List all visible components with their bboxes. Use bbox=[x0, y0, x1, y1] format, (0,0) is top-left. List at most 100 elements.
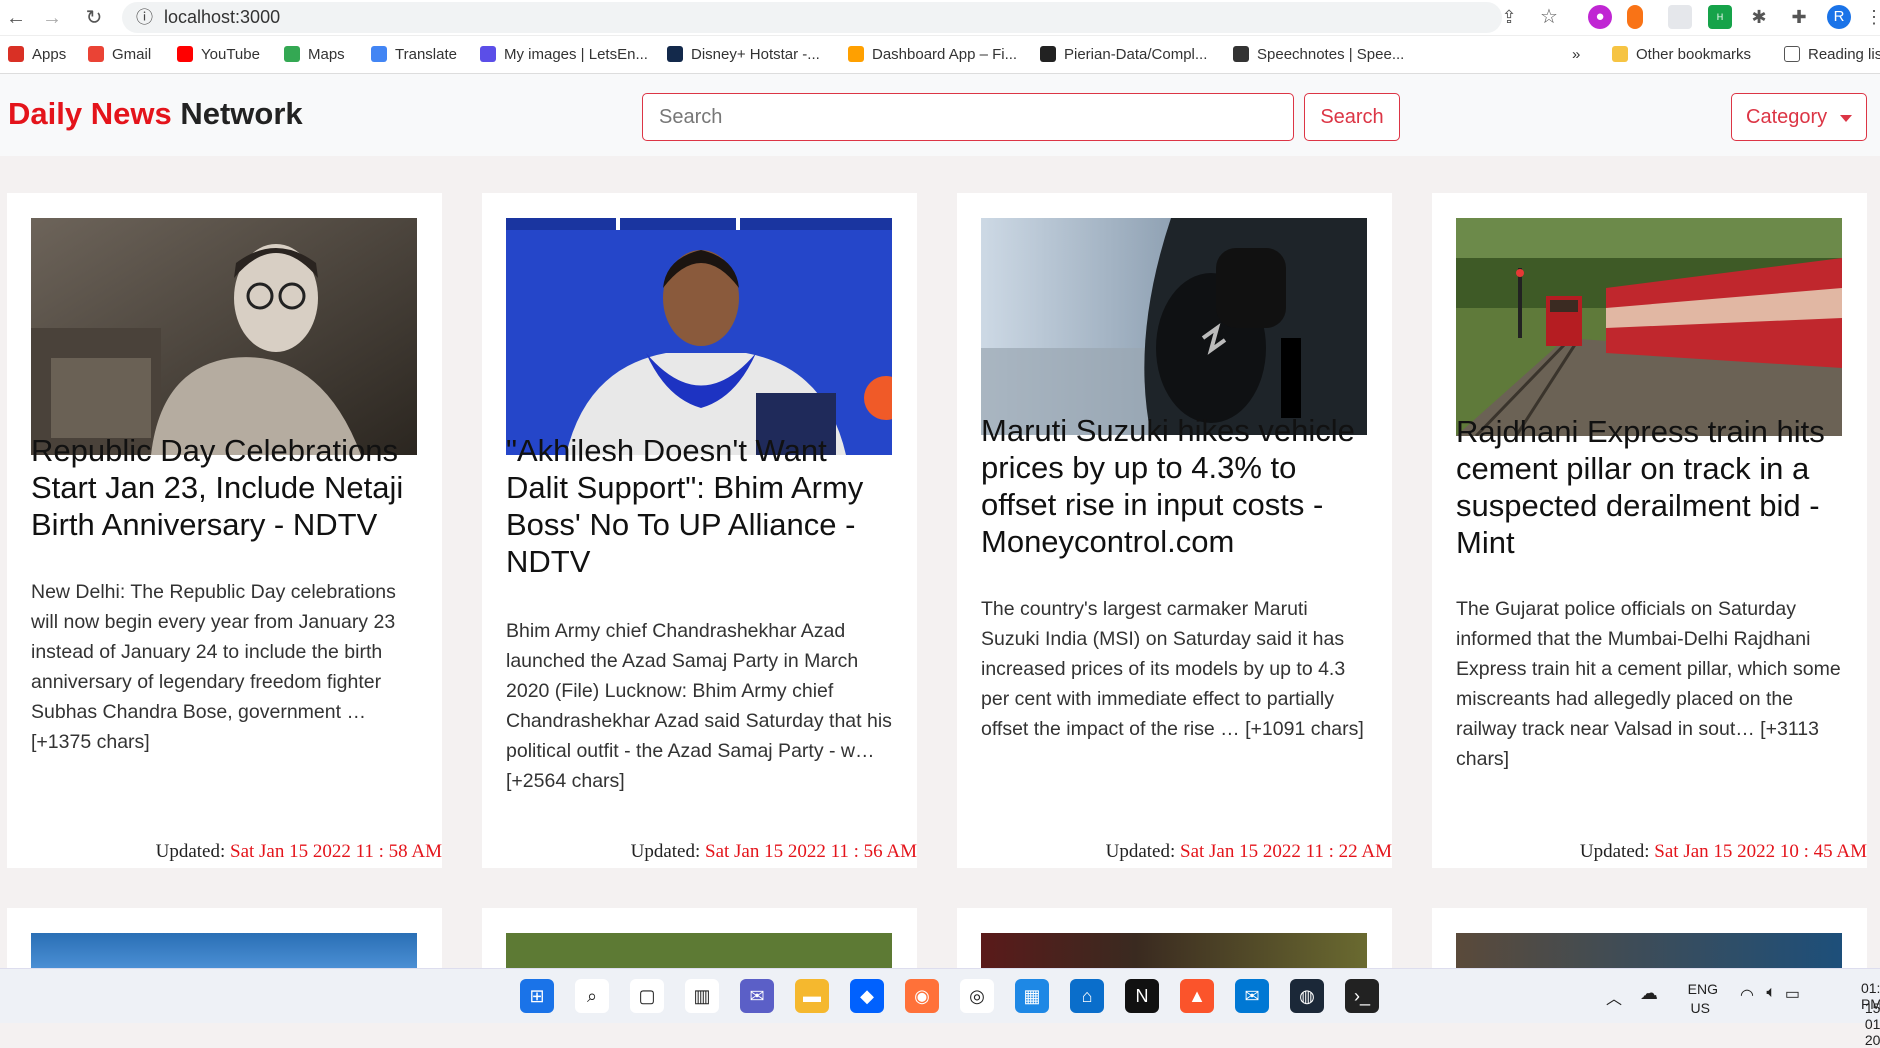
volume-icon[interactable]: 🔈︎ bbox=[1766, 984, 1776, 1002]
forward-icon[interactable]: → bbox=[38, 4, 66, 32]
article-image[interactable] bbox=[31, 218, 417, 455]
news-card bbox=[7, 908, 442, 968]
notion-icon[interactable]: N bbox=[1125, 979, 1159, 1013]
dropbox-icon[interactable]: ◆ bbox=[850, 979, 884, 1013]
updated-label: Updated: bbox=[1579, 841, 1655, 862]
brand-logo[interactable]: Daily News Network bbox=[8, 96, 303, 132]
updated-time: Sat Jan 15 2022 11 : 22 AM bbox=[1180, 841, 1392, 862]
onedrive-cloud-icon[interactable]: ☁ bbox=[1640, 983, 1658, 1004]
news-card bbox=[1432, 908, 1867, 968]
article-title[interactable]: Republic Day Celebrations Start Jan 23, … bbox=[31, 432, 421, 543]
bookmark-item[interactable]: Speechnotes | Spee... bbox=[1233, 36, 1404, 74]
article-title[interactable]: "Akhilesh Doesn't Want Dalit Support": B… bbox=[506, 432, 896, 580]
other-bookmarks-label: Other bookmarks bbox=[1636, 46, 1752, 63]
maps-icon bbox=[284, 46, 300, 62]
battery-icon[interactable]: ▭ bbox=[1785, 984, 1800, 1004]
bookmark-item[interactable]: Translate bbox=[371, 36, 457, 74]
address-bar[interactable]: ⓘ localhost:3000 bbox=[122, 2, 1502, 33]
article-image[interactable] bbox=[1456, 218, 1842, 436]
profile-avatar[interactable]: R bbox=[1827, 5, 1851, 29]
language-bottom[interactable]: US bbox=[1691, 1000, 1710, 1016]
article-image[interactable] bbox=[506, 218, 892, 455]
clock-date[interactable]: 15-01-2022 bbox=[1865, 1000, 1880, 1048]
menu-kebab-icon[interactable]: ⋮ bbox=[1862, 5, 1880, 29]
site-info-icon[interactable]: ⓘ bbox=[136, 2, 153, 33]
article-title[interactable]: Maruti Suzuki hikes vehicle prices by up… bbox=[981, 412, 1371, 560]
widgets-icon[interactable]: ▥ bbox=[685, 979, 719, 1013]
article-updated: Updated: Sat Jan 15 2022 11 : 58 AM bbox=[156, 841, 442, 863]
search-input[interactable] bbox=[642, 93, 1294, 141]
bookmark-item[interactable]: Disney+ Hotstar -... bbox=[667, 36, 820, 74]
extension-bug-icon[interactable]: ✱ bbox=[1747, 5, 1771, 29]
search-icon[interactable]: ⌕ bbox=[575, 979, 609, 1013]
terminal-icon[interactable]: ›_ bbox=[1345, 979, 1379, 1013]
mail-icon[interactable]: ✉ bbox=[1235, 979, 1269, 1013]
article-image[interactable] bbox=[31, 933, 417, 968]
article-image[interactable] bbox=[981, 933, 1367, 968]
url-text: localhost:3000 bbox=[164, 7, 281, 27]
bookmark-item[interactable]: Apps bbox=[8, 36, 66, 74]
share-icon[interactable]: ⇪ bbox=[1497, 5, 1521, 29]
bookmarks-overflow-button[interactable]: » bbox=[1572, 36, 1580, 74]
back-icon[interactable]: ← bbox=[2, 4, 30, 32]
news-card bbox=[957, 908, 1392, 968]
extension-purple-icon[interactable]: ● bbox=[1588, 5, 1612, 29]
bookmarks-bar: Apps Gmail YouTube Maps Translate My images |… bbox=[0, 36, 1880, 74]
bookmark-item[interactable]: Pierian-Data/Compl... bbox=[1040, 36, 1207, 74]
brand-red-text: Daily News bbox=[8, 96, 172, 131]
bookmark-item[interactable]: YouTube bbox=[177, 36, 260, 74]
category-dropdown-button[interactable]: Category bbox=[1731, 93, 1867, 141]
news-card: Republic Day Celebrations Start Jan 23, … bbox=[7, 193, 442, 868]
bookmark-label: Dashboard App – Fi... bbox=[872, 46, 1018, 63]
reading-list[interactable]: Reading list bbox=[1784, 36, 1880, 74]
translate-icon bbox=[371, 46, 387, 62]
microsoft-store-icon[interactable]: ▦ bbox=[1015, 979, 1049, 1013]
task-view-icon[interactable]: ▢ bbox=[630, 979, 664, 1013]
article-image[interactable] bbox=[506, 933, 892, 968]
updated-label: Updated: bbox=[1105, 841, 1180, 862]
bookmark-item[interactable]: Dashboard App – Fi... bbox=[848, 36, 1017, 74]
article-description: The country's largest carmaker Maruti Su… bbox=[981, 598, 1364, 740]
bookmark-item[interactable]: Maps bbox=[284, 36, 345, 74]
chrome-icon[interactable]: ◎ bbox=[960, 979, 994, 1013]
firefox-icon[interactable]: ◉ bbox=[905, 979, 939, 1013]
wifi-icon[interactable]: ◠ bbox=[1740, 985, 1754, 1005]
file-explorer-icon[interactable]: ▬ bbox=[795, 979, 829, 1013]
windows-start-icon[interactable]: ⊞ bbox=[520, 979, 554, 1013]
brand-dark-text: Network bbox=[171, 96, 303, 131]
article-description: New Delhi: The Republic Day celebrations… bbox=[31, 581, 396, 753]
extensions-puzzle-icon[interactable]: ✚ bbox=[1787, 5, 1811, 29]
other-bookmarks[interactable]: Other bookmarks bbox=[1612, 36, 1751, 74]
teams-chat-icon[interactable]: ✉ bbox=[740, 979, 774, 1013]
microphone-icon bbox=[1233, 46, 1249, 62]
steam-icon[interactable]: ◍ bbox=[1290, 979, 1324, 1013]
firebase-icon bbox=[848, 46, 864, 62]
reading-list-label: Reading list bbox=[1808, 46, 1880, 63]
brave-icon[interactable]: ▲ bbox=[1180, 979, 1214, 1013]
vscode-icon[interactable]: ⌂ bbox=[1070, 979, 1104, 1013]
news-card bbox=[482, 908, 917, 968]
chevron-up-icon[interactable]: ︿ bbox=[1606, 985, 1622, 1009]
article-image[interactable] bbox=[1456, 933, 1842, 968]
bookmark-star-icon[interactable]: ☆ bbox=[1537, 5, 1561, 29]
reload-icon[interactable]: ↻ bbox=[80, 4, 108, 32]
browser-toolbar: ← → ↻ ⓘ localhost:3000 ⇪ ☆ ● H ✱ ✚ R ⋮ bbox=[0, 0, 1880, 36]
youtube-icon bbox=[177, 46, 193, 62]
bookmark-item[interactable]: My images | LetsEn... bbox=[480, 36, 648, 74]
site-navbar: Daily News Network Search Category bbox=[0, 74, 1880, 156]
extension-orange-icon[interactable] bbox=[1627, 5, 1643, 29]
updated-label: Updated: bbox=[155, 841, 230, 862]
search-button[interactable]: Search bbox=[1304, 93, 1400, 141]
extension-html-icon[interactable]: H bbox=[1708, 5, 1732, 29]
language-top[interactable]: ENG bbox=[1688, 981, 1718, 997]
article-description: Bhim Army chief Chandrashekhar Azad laun… bbox=[506, 620, 892, 792]
news-card: Rajdhani Express train hits cement pilla… bbox=[1432, 193, 1867, 868]
article-title[interactable]: Rajdhani Express train hits cement pilla… bbox=[1456, 413, 1846, 561]
caret-down-icon bbox=[1840, 115, 1852, 122]
bookmark-label: Disney+ Hotstar -... bbox=[691, 46, 820, 63]
article-image[interactable] bbox=[981, 218, 1367, 435]
bookmark-item[interactable]: Gmail bbox=[88, 36, 151, 74]
bookmark-label: Translate bbox=[395, 46, 457, 63]
updated-label: Updated: bbox=[630, 841, 705, 862]
extension-gray-icon[interactable] bbox=[1668, 5, 1692, 29]
